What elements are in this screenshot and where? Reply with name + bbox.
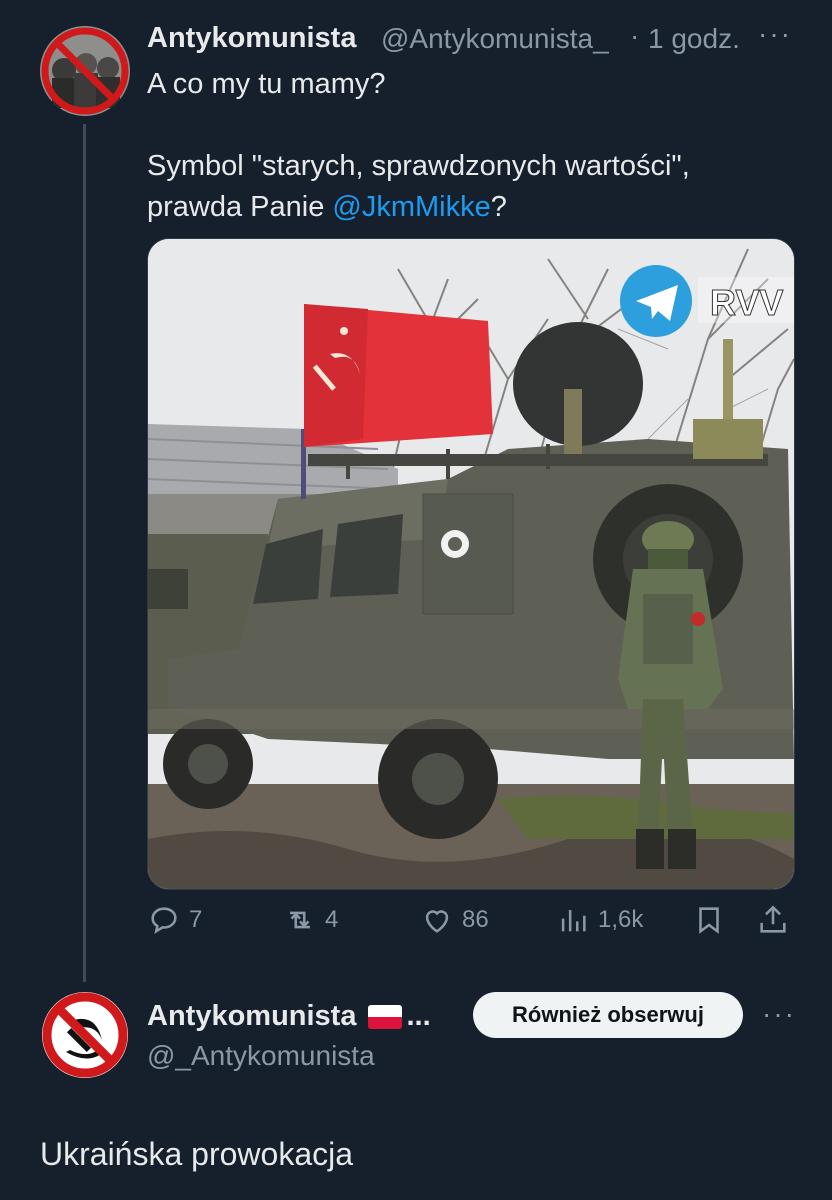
separator-dot: ·: [630, 20, 640, 51]
views-count: 1,6k: [598, 906, 644, 933]
like-count: 86: [462, 906, 489, 933]
anti-communist-avatar-icon: [40, 26, 130, 116]
retweet-button[interactable]: 4: [283, 900, 338, 940]
share-icon: [760, 905, 786, 933]
follow-back-button[interactable]: Również obserwuj: [473, 992, 743, 1038]
retweet-count: 4: [325, 906, 339, 933]
heart-icon: [425, 910, 449, 933]
reply-icon: [151, 907, 177, 935]
author-avatar[interactable]: [40, 990, 130, 1080]
tweet-text: Ukraińska prowokacja: [40, 1136, 354, 1172]
tweet-image[interactable]: RVV: [147, 238, 795, 890]
banned-hammer-sickle-icon: [42, 992, 128, 1078]
soldier-vehicle-photo: RVV: [148, 239, 794, 889]
bookmark-button[interactable]: [692, 900, 734, 940]
thread-connector-line: [83, 124, 86, 982]
more-options-icon[interactable]: ···: [758, 18, 792, 50]
share-button[interactable]: [756, 900, 798, 940]
more-options-icon[interactable]: ···: [762, 998, 796, 1030]
mention-link[interactable]: @JkmMikke: [332, 191, 490, 223]
views-button[interactable]: 1,6k: [556, 900, 643, 940]
tweet-text-line: prawda Panie @JkmMikke?: [147, 191, 507, 223]
author-handle[interactable]: @_Antykomunista: [147, 1040, 375, 1072]
retweet-icon: [290, 911, 310, 929]
tweet-text-line: Symbol "starych, sprawdzonych wartości",: [147, 150, 690, 182]
tweet-text: A co my tu mamy? Symbol "starych, sprawd…: [147, 64, 797, 228]
reply-button[interactable]: 7: [147, 900, 202, 940]
author-name[interactable]: Antykomunista ...: [147, 1000, 431, 1033]
poland-flag-icon: [368, 1004, 403, 1029]
tweet-timestamp[interactable]: 1 godz.: [648, 23, 740, 55]
tweet-text-line: A co my tu mamy?: [147, 68, 386, 100]
views-icon: [561, 910, 586, 932]
reply-count: 7: [189, 906, 203, 933]
author-avatar[interactable]: [40, 26, 130, 116]
author-name[interactable]: Antykomunista: [147, 22, 356, 55]
bookmark-icon: [699, 907, 719, 934]
svg-text:RVV: RVV: [710, 282, 783, 323]
like-button[interactable]: 86: [420, 900, 489, 940]
author-handle[interactable]: @Antykomunista_: [381, 23, 609, 55]
